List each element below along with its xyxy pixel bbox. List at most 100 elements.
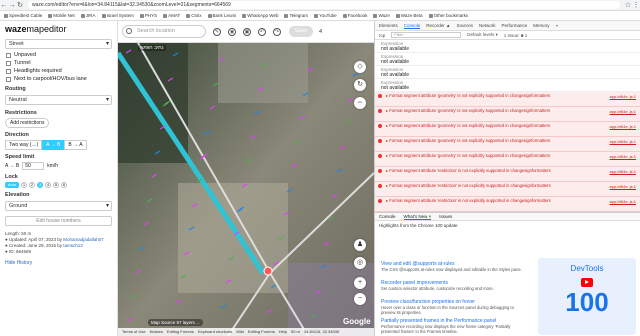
devtools-tab[interactable]: Recorder ▲ bbox=[426, 23, 450, 28]
junction-node[interactable] bbox=[263, 266, 273, 276]
bookmark-item[interactable]: Telegram bbox=[284, 13, 308, 18]
bookmark-item[interactable]: Israel System bbox=[101, 13, 134, 18]
save-button[interactable]: Save bbox=[289, 26, 313, 37]
bookmark-item[interactable]: JIRA bbox=[80, 13, 96, 18]
created-by-link[interactable]: tamsch13 bbox=[63, 243, 83, 248]
drawer-tab-console[interactable]: Console bbox=[379, 214, 396, 219]
add-restrictions-button[interactable]: Add restrictions bbox=[5, 118, 50, 128]
menu-icon[interactable]: ⋮ bbox=[632, 1, 640, 9]
camera-icon[interactable]: ▣ bbox=[243, 27, 251, 36]
bookmark-item[interactable]: Waze Beta bbox=[395, 13, 423, 18]
levels-select[interactable]: Default levels ▾ bbox=[467, 32, 498, 38]
console-error-row[interactable]: ▸ Format segment attribute 'restriction'… bbox=[375, 182, 640, 197]
bookmark-item[interactable]: Facebook bbox=[342, 13, 367, 18]
checkbox-row[interactable]: Headlights required bbox=[0, 67, 117, 75]
lock-level-6[interactable]: 6 bbox=[61, 182, 67, 188]
street-view-icon[interactable]: ♟ bbox=[354, 239, 366, 251]
devtools-tab[interactable]: Memory bbox=[533, 23, 549, 28]
console-error-row[interactable]: ▸ Format segment attribute 'restriction'… bbox=[375, 197, 640, 212]
devtools-100-card[interactable]: DevTools 100 bbox=[538, 258, 636, 335]
updated-by-link[interactable]: Mohamadjadallah07 bbox=[63, 237, 104, 242]
notifications-count[interactable]: 4 bbox=[319, 29, 322, 35]
console-error-row[interactable]: ▸ Format segment attribute 'geometry' is… bbox=[375, 137, 640, 152]
footer-item[interactable]: Notices bbox=[150, 328, 163, 336]
share-icon[interactable]: ⇔ bbox=[354, 97, 366, 109]
checkbox-icon[interactable] bbox=[6, 68, 11, 74]
locate-icon[interactable]: ◎ bbox=[354, 257, 366, 269]
footer-item[interactable]: Wiki bbox=[236, 328, 244, 336]
checkbox-icon[interactable] bbox=[6, 52, 11, 58]
console-error-row[interactable]: ▸ Format segment attribute 'restriction'… bbox=[375, 167, 640, 182]
bookmark-item[interactable]: AMAT bbox=[163, 13, 180, 18]
lock-level-3[interactable]: 3 bbox=[37, 182, 43, 188]
console-error-row[interactable]: ▸ Format segment attribute 'geometry' is… bbox=[375, 92, 640, 107]
reload-icon[interactable]: ↻ bbox=[16, 1, 24, 9]
redo-icon[interactable]: ↷ bbox=[273, 27, 281, 36]
footer-item[interactable]: 34.84115, 32.34530 bbox=[304, 328, 339, 336]
map-canvas[interactable]: Search location ✎ ◉ ▣ ↶ ↷ Save 4 נתיב חו… bbox=[118, 21, 374, 336]
lock-level-5[interactable]: 5 bbox=[53, 182, 59, 188]
checkbox-icon[interactable] bbox=[6, 60, 11, 66]
footer-item[interactable]: Keyboard shortcuts bbox=[198, 328, 232, 336]
undo-icon[interactable]: ↶ bbox=[258, 27, 266, 36]
console-filter-input[interactable]: Filter bbox=[391, 32, 462, 38]
routing-select[interactable]: Neutral bbox=[5, 95, 112, 105]
bookmark-item[interactable]: PHYS bbox=[139, 13, 157, 18]
bookmark-item[interactable]: Bank Leumi bbox=[207, 13, 236, 18]
road-type-select[interactable]: Street bbox=[5, 39, 112, 49]
console-error-row[interactable]: ▸ Format segment attribute 'geometry' is… bbox=[375, 122, 640, 137]
elevation-select[interactable]: Ground bbox=[5, 201, 112, 211]
console-error-row[interactable]: ▸ Format segment attribute 'geometry' is… bbox=[375, 152, 640, 167]
zoom-in-icon[interactable]: + bbox=[354, 277, 366, 289]
error-source-link[interactable]: app-bf64e..js:1 bbox=[610, 94, 636, 99]
footer-item[interactable]: Help bbox=[279, 328, 287, 336]
live-expression[interactable]: Expression not available bbox=[375, 79, 640, 92]
lock-level-1[interactable]: 1 bbox=[21, 182, 27, 188]
checkbox-row[interactable]: Unpaved bbox=[0, 51, 117, 59]
search-input[interactable]: Search location bbox=[122, 25, 206, 38]
footer-item[interactable]: Terms of Use bbox=[122, 328, 146, 336]
console-error-row[interactable]: ▸ Format segment attribute 'geometry' is… bbox=[375, 107, 640, 122]
error-source-link[interactable]: app-bf64e..js:1 bbox=[610, 184, 636, 189]
bookmark-item[interactable]: Waze bbox=[373, 13, 390, 18]
bookmark-item[interactable]: YouTube bbox=[313, 13, 337, 18]
address-bar[interactable]: waze.com/editor?env=il&lon=34.84115&lat=… bbox=[28, 1, 620, 9]
bookmark-item[interactable]: Mobile Net bbox=[48, 13, 75, 18]
devtools-tab[interactable]: Console bbox=[403, 23, 421, 29]
footer-item[interactable]: 50 m bbox=[291, 328, 300, 336]
star-icon[interactable]: ☆ bbox=[624, 1, 632, 9]
devtools-tab[interactable]: Performance bbox=[502, 23, 528, 28]
bookmark-item[interactable]: Other bookmarks bbox=[428, 13, 468, 18]
youtube-play-icon[interactable] bbox=[581, 278, 593, 287]
edit-house-numbers-button[interactable]: Edit house numbers bbox=[5, 216, 112, 226]
direction-two-way[interactable]: Two way (↔) bbox=[5, 140, 43, 150]
live-expression[interactable]: Expression not available bbox=[375, 66, 640, 79]
devtools-tab[interactable]: Network bbox=[479, 23, 496, 28]
bookmark-item[interactable]: Citrix bbox=[186, 13, 202, 18]
live-expression[interactable]: Expression not available bbox=[375, 53, 640, 66]
error-source-link[interactable]: app-bf64e..js:1 bbox=[610, 199, 636, 204]
whats-new-item[interactable]: Preview class/function properties on hov… bbox=[381, 299, 526, 315]
forward-icon[interactable]: → bbox=[8, 2, 16, 9]
drawer-tab-whats-new[interactable]: What's New × bbox=[403, 214, 432, 220]
devtools-tab[interactable]: » bbox=[556, 23, 559, 28]
direction-a-to-b[interactable]: A → B bbox=[42, 140, 65, 150]
layers-icon[interactable]: ◇ bbox=[354, 61, 366, 73]
devtools-tab[interactable]: Elements bbox=[379, 23, 398, 28]
lock-auto-tag[interactable]: Auto (1) bbox=[5, 182, 19, 193]
issues-count[interactable]: 1 Issue: ■ 1 bbox=[504, 33, 527, 38]
drawer-tab-issues[interactable]: Issues bbox=[439, 214, 452, 219]
footer-item[interactable]: Editing Forums bbox=[167, 328, 194, 336]
error-source-link[interactable]: app-bf64e..js:1 bbox=[610, 139, 636, 144]
error-source-link[interactable]: app-bf64e..js:1 bbox=[610, 109, 636, 114]
direction-b-to-a[interactable]: B → A bbox=[64, 140, 87, 150]
error-source-link[interactable]: app-bf64e..js:1 bbox=[610, 124, 636, 129]
lock-level-2[interactable]: 2 bbox=[29, 182, 35, 188]
checkbox-row[interactable]: Tunnel bbox=[0, 59, 117, 67]
context-select[interactable]: top bbox=[379, 33, 385, 38]
back-icon[interactable]: ← bbox=[0, 2, 8, 9]
bookmark-item[interactable]: Speedtest Cable bbox=[4, 13, 42, 18]
footer-item[interactable]: Editing Forums bbox=[248, 328, 275, 336]
live-expression[interactable]: Expression not available bbox=[375, 40, 640, 53]
place-icon[interactable]: ◉ bbox=[228, 27, 236, 36]
